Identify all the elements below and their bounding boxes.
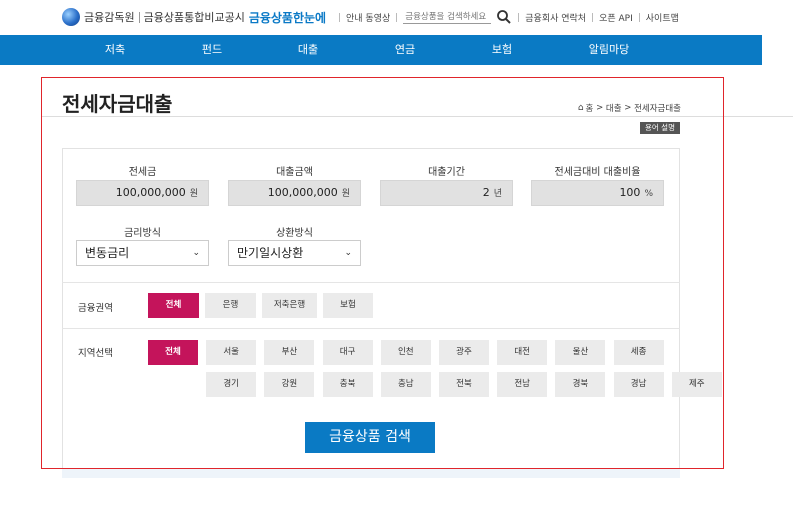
nav-item-savings[interactable]: 저축 — [105, 35, 125, 65]
ltv-ratio-label: 전세금대비 대출비율 — [554, 167, 641, 178]
repayment-value: 만기일시상환 — [237, 246, 304, 260]
chevron-right-icon: > — [593, 103, 606, 113]
util-divider — [518, 12, 520, 22]
nav-item-pension[interactable]: 연금 — [395, 35, 415, 65]
region-chip[interactable]: 부산 — [264, 340, 315, 365]
loan-term-value: 2 — [482, 186, 490, 199]
loan-amount-label: 대출금액 — [276, 167, 313, 178]
header-divider — [41, 116, 793, 117]
section-divider — [62, 328, 680, 329]
region-chip[interactable]: 경남 — [613, 372, 664, 397]
region-chip[interactable]: 대구 — [322, 340, 373, 365]
chevron-right-icon: > — [621, 103, 635, 113]
ltv-ratio-unit: % — [644, 189, 653, 199]
rate-type-select[interactable]: 변동금리 ⌄ — [76, 240, 209, 266]
site-logo[interactable]: 금융감독원 금융상품통합비교공시 금융상품한눈에 — [62, 8, 326, 26]
region-chip[interactable]: 서울 — [206, 340, 257, 365]
util-divider — [592, 12, 594, 22]
region-chip[interactable]: 충남 — [380, 372, 431, 397]
nav-item-loans[interactable]: 대출 — [298, 35, 318, 65]
repayment-label: 상환방식 — [276, 228, 313, 239]
sector-chip-savings-bank[interactable]: 저축은행 — [262, 293, 317, 318]
sector-chip-insurance[interactable]: 보험 — [323, 293, 373, 318]
nav-item-insurance[interactable]: 보험 — [492, 35, 512, 65]
logo-brand-text: 금융상품한눈에 — [248, 10, 327, 25]
region-chip[interactable]: 인천 — [380, 340, 431, 365]
panel-footer-strip — [62, 468, 680, 478]
deposit-field[interactable]: 100,000,000 원 — [76, 180, 209, 206]
deposit-label: 전세금 — [128, 167, 157, 178]
util-link-contacts[interactable]: 금융회사 연락처 — [525, 11, 586, 24]
logo-org-text: 금융감독원 — [84, 11, 135, 24]
rate-type-label: 금리방식 — [124, 228, 161, 239]
region-label: 지역선택 — [78, 348, 113, 359]
breadcrumb-current: 전세자금대출 — [634, 104, 681, 114]
region-chip[interactable]: 제주 — [671, 372, 722, 397]
chevron-down-icon: ⌄ — [192, 248, 200, 258]
util-link-video[interactable]: 안내 동영상 — [346, 11, 390, 24]
globe-logo-icon — [62, 8, 80, 26]
ltv-ratio-field[interactable]: 100% — [531, 180, 664, 206]
util-divider — [396, 12, 398, 22]
breadcrumb: ⌂ 홈 > 대출 > 전세자금대출 — [578, 102, 681, 114]
breadcrumb-home[interactable]: 홈 — [586, 102, 594, 114]
util-divider — [638, 12, 640, 22]
sector-label: 금융권역 — [78, 303, 113, 314]
page-title: 전세자금대출 — [62, 92, 173, 116]
main-nav: 저축 펀드 대출 연금 보험 알림마당 — [0, 35, 762, 65]
section-divider — [62, 282, 680, 283]
region-chip[interactable]: 전북 — [439, 372, 489, 397]
util-link-sitemap[interactable]: 사이트맵 — [646, 11, 679, 24]
loan-amount-field[interactable]: 100,000,000 원 — [228, 180, 361, 206]
loan-amount-value: 100,000,000 — [267, 186, 338, 199]
ltv-ratio-value: 100 — [619, 186, 641, 199]
sector-chip-bank[interactable]: 은행 — [205, 293, 256, 318]
search-products-button[interactable]: 금융상품 검색 — [305, 422, 435, 453]
glossary-button[interactable]: 용어 설명 — [640, 122, 680, 134]
util-divider — [339, 12, 340, 22]
nav-item-notice[interactable]: 알림마당 — [589, 35, 629, 65]
deposit-value: 100,000,000 — [115, 186, 186, 199]
region-chip[interactable]: 전남 — [497, 372, 548, 397]
repayment-select[interactable]: 만기일시상환 ⌄ — [228, 240, 361, 266]
logo-site-text: 금융상품통합비교공시 — [143, 11, 245, 24]
region-chip[interactable]: 대전 — [497, 340, 548, 365]
region-chip[interactable]: 경북 — [555, 372, 606, 397]
sector-chip-all[interactable]: 전체 — [148, 293, 199, 318]
rate-type-value: 변동금리 — [85, 246, 130, 260]
region-chip[interactable]: 광주 — [439, 340, 489, 365]
loan-term-field[interactable]: 2년 — [380, 180, 513, 206]
home-icon[interactable]: ⌂ — [578, 103, 584, 113]
region-chip[interactable]: 전체 — [148, 340, 198, 365]
search-input[interactable] — [403, 10, 492, 24]
nav-item-funds[interactable]: 펀드 — [202, 35, 222, 65]
loan-term-unit: 년 — [493, 189, 502, 199]
top-bar: 금융감독원 금융상품통합비교공시 금융상품한눈에 안내 동영상 금융회사 연락처… — [0, 0, 793, 34]
util-link-open-api[interactable]: 오픈 API — [599, 11, 633, 24]
search-icon[interactable] — [496, 9, 512, 25]
breadcrumb-loans[interactable]: 대출 — [606, 102, 622, 114]
region-chip[interactable]: 충북 — [322, 372, 373, 397]
region-chip[interactable]: 경기 — [206, 372, 257, 397]
utility-links: 안내 동영상 금융회사 연락처 오픈 API 사이트맵 — [333, 9, 679, 25]
region-chip[interactable]: 강원 — [264, 372, 315, 397]
region-chip[interactable]: 울산 — [555, 340, 606, 365]
loan-term-label: 대출기간 — [428, 167, 465, 178]
deposit-unit: 원 — [189, 189, 198, 199]
region-chip[interactable]: 세종 — [613, 340, 664, 365]
loan-amount-unit: 원 — [341, 189, 350, 199]
chevron-down-icon: ⌄ — [344, 248, 352, 258]
logo-separator — [138, 11, 140, 23]
